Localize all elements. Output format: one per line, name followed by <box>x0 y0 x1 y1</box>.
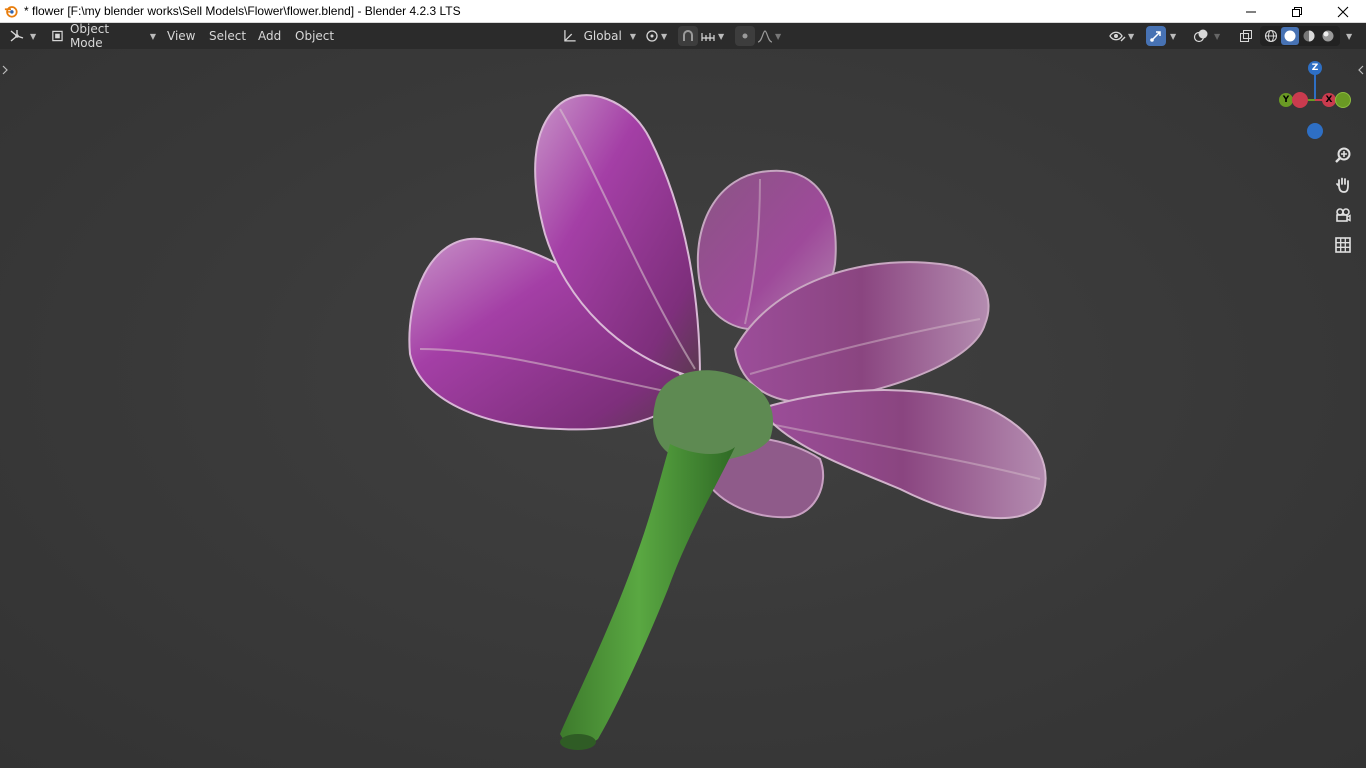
menu-view[interactable]: View <box>160 26 202 46</box>
shading-dropdown[interactable]: ▼ <box>1342 26 1356 46</box>
pivot-icon <box>646 30 658 42</box>
material-shading-button[interactable] <box>1300 27 1318 45</box>
snap-icon <box>683 30 693 41</box>
chevron-down-icon: ▼ <box>775 31 782 41</box>
snap-increment-icon <box>701 33 715 41</box>
chevron-down-icon: ▼ <box>629 31 636 41</box>
window-controls <box>1228 0 1366 23</box>
mode-label: Object Mode <box>69 22 110 50</box>
chevron-down-icon: ▼ <box>718 31 725 41</box>
pan-button[interactable] <box>1331 173 1355 197</box>
gizmo-y-axis[interactable]: Y <box>1279 93 1293 107</box>
minimize-icon[interactable] <box>1228 0 1274 23</box>
chevron-down-icon: ▼ <box>1214 31 1221 41</box>
menu-object[interactable]: Object <box>288 26 341 46</box>
zoom-button[interactable] <box>1331 143 1355 167</box>
solid-shading-icon <box>1284 30 1296 42</box>
chevron-down-icon: ▼ <box>1128 31 1135 41</box>
chevron-down-icon: ▼ <box>661 31 668 41</box>
viewport-header: ▼ Object Mode ▼ View Select Add Object G… <box>0 22 1366 50</box>
pivot-point-dropdown[interactable]: ▼ <box>644 26 672 46</box>
proportional-edit-toggle[interactable] <box>735 26 755 46</box>
editor-type-button[interactable]: ▼ <box>8 26 40 46</box>
camera-view-button[interactable] <box>1331 203 1355 227</box>
chevron-down-icon: ▼ <box>1170 31 1177 41</box>
menu-add[interactable]: Add <box>251 26 288 46</box>
snap-toggle[interactable] <box>678 26 698 46</box>
gizmo-neg-z-axis[interactable] <box>1307 123 1323 139</box>
flower-model[interactable] <box>0 49 1366 768</box>
pan-hand-icon <box>1336 177 1349 193</box>
transform-orientation-dropdown[interactable]: Global ▼ <box>558 26 636 46</box>
gizmo-dropdown[interactable]: ▼ <box>1168 26 1182 46</box>
restore-icon[interactable] <box>1274 0 1320 23</box>
material-shading-icon <box>1303 30 1315 42</box>
chevron-down-icon: ▼ <box>1346 31 1353 41</box>
gizmo-x-axis[interactable]: X <box>1322 93 1336 107</box>
overlay-dropdown[interactable]: ▼ <box>1212 26 1228 46</box>
solid-shading-button[interactable] <box>1281 27 1299 45</box>
close-icon[interactable] <box>1320 0 1366 23</box>
falloff-dropdown[interactable]: ▼ <box>757 26 787 46</box>
navigation-gizmo[interactable]: Z Y X <box>1278 59 1354 139</box>
overlay-icon <box>1193 29 1208 43</box>
blender-logo-icon <box>4 6 18 18</box>
chevron-down-icon: ▼ <box>30 31 37 41</box>
transform-orientation-icon <box>564 30 576 42</box>
zoom-icon <box>1335 147 1351 163</box>
chevron-down-icon: ▼ <box>149 31 156 41</box>
overlay-toggle[interactable] <box>1190 26 1212 46</box>
wireframe-shading-icon <box>1264 29 1278 43</box>
gizmo-z-axis[interactable]: Z <box>1308 61 1322 75</box>
window-titlebar: * flower [F:\my blender works\Sell Model… <box>0 0 1366 23</box>
3d-viewport[interactable]: Z Y X <box>0 49 1366 768</box>
falloff-icon <box>757 30 773 43</box>
gizmo-neg-x-axis[interactable] <box>1335 92 1351 108</box>
menu-select[interactable]: Select <box>202 26 253 46</box>
shading-mode-group <box>1260 26 1340 46</box>
rendered-shading-icon <box>1322 30 1334 42</box>
object-mode-icon <box>52 30 63 42</box>
perspective-toggle-button[interactable] <box>1331 233 1355 257</box>
visibility-icon <box>1109 31 1126 42</box>
window-title: * flower [F:\my blender works\Sell Model… <box>24 4 461 18</box>
gizmo-neg-y-axis[interactable] <box>1292 92 1308 108</box>
visibility-dropdown[interactable]: ▼ <box>1109 26 1141 46</box>
snap-target-dropdown[interactable]: ▼ <box>700 26 730 46</box>
camera-view-icon <box>1336 208 1351 222</box>
wireframe-shading-button[interactable] <box>1262 27 1280 45</box>
orientation-label: Global <box>583 29 622 43</box>
xray-icon <box>1240 30 1252 42</box>
rendered-shading-button[interactable] <box>1319 27 1337 45</box>
gizmo-icon <box>1150 31 1161 42</box>
grid-view-icon <box>1335 237 1351 253</box>
mode-dropdown[interactable]: Object Mode ▼ <box>46 22 156 50</box>
editor-type-icon <box>10 30 24 42</box>
gizmo-toggle[interactable] <box>1146 26 1166 46</box>
proportional-edit-icon <box>742 33 748 39</box>
xray-toggle[interactable] <box>1236 26 1256 46</box>
